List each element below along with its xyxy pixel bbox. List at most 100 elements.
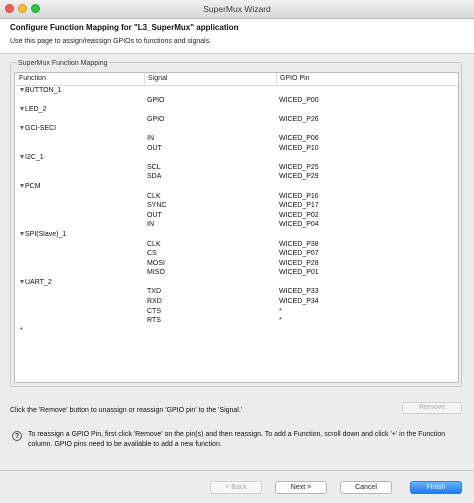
table-row[interactable]: OUT WICED_P10 xyxy=(15,144,458,154)
cell-gpio-pin[interactable]: WICED_P38 xyxy=(279,240,319,250)
table-body: BUTTON_1 GPIO WICED_P00 LED_2 GPIO WICED_P26 G… xyxy=(15,86,458,335)
cell-gpio-pin[interactable]: * xyxy=(279,307,282,317)
column-header-gpio-pin[interactable]: GPIO Pin xyxy=(280,75,310,82)
function-label: GCI-SECI xyxy=(25,125,57,133)
back-button[interactable]: < Back xyxy=(210,481,262,494)
table-header: Function Signal GPIO Pin xyxy=(15,73,458,86)
expand-triangle-icon[interactable] xyxy=(20,231,24,236)
remove-button[interactable]: Remove xyxy=(402,402,462,414)
cell-gpio-pin[interactable]: WICED_P16 xyxy=(279,192,319,202)
table-row[interactable]: CTS * xyxy=(15,307,458,317)
table-row[interactable]: OUT WICED_P02 xyxy=(15,211,458,221)
cell-gpio-pin[interactable]: WICED_P26 xyxy=(279,115,319,125)
help-text: To reassign a GPIO Pin, first click 'Rem… xyxy=(28,431,446,448)
column-header-function[interactable]: Function xyxy=(19,75,46,82)
cell-gpio-pin[interactable]: WICED_P00 xyxy=(279,96,319,106)
cancel-button[interactable]: Cancel xyxy=(340,481,392,494)
cell-gpio-pin[interactable]: WICED_P29 xyxy=(279,172,319,182)
table-row[interactable]: CS WICED_P07 xyxy=(15,249,458,259)
cell-gpio-pin[interactable]: WICED_P28 xyxy=(279,259,319,269)
function-label: LED_2 xyxy=(25,106,47,114)
function-label: I2C_1 xyxy=(25,154,44,162)
cell-function: GCI-SECI xyxy=(20,124,56,134)
cell-function: * xyxy=(20,326,23,336)
expand-triangle-icon[interactable] xyxy=(20,107,24,112)
table-row[interactable]: I2C_1 xyxy=(15,153,458,163)
cell-signal: MOSI xyxy=(147,259,165,267)
table-row[interactable]: PCM xyxy=(15,182,458,192)
table-row[interactable]: SDA WICED_P29 xyxy=(15,172,458,182)
finish-button[interactable]: Finish xyxy=(410,481,462,494)
cell-signal: RXD xyxy=(147,298,162,306)
page-title: Configure Function Mapping for "L3_Super… xyxy=(10,23,239,32)
cell-signal: SYNC xyxy=(147,202,167,210)
table-row[interactable]: CLK WICED_P38 xyxy=(15,240,458,250)
table-row[interactable]: RXD WICED_P34 xyxy=(15,297,458,307)
cell-function: UART_2 xyxy=(20,278,52,288)
table-row[interactable]: RTS * xyxy=(15,316,458,326)
page-description: Use this page to assign/reassign GPIOs t… xyxy=(10,38,212,45)
wizard-header: Configure Function Mapping for "L3_Super… xyxy=(0,19,474,54)
table-row[interactable]: GPIO WICED_P00 xyxy=(15,96,458,106)
cell-gpio-pin[interactable]: WICED_P25 xyxy=(279,163,319,173)
cell-signal: CTS xyxy=(147,307,161,315)
table-row[interactable]: MISO WICED_P01 xyxy=(15,268,458,278)
cell-signal: RTS xyxy=(147,317,161,325)
function-mapping-group: SuperMux Function Mapping Function Signa… xyxy=(10,60,462,387)
cell-signal: GPIO xyxy=(147,115,165,123)
column-divider xyxy=(144,73,145,85)
table-row[interactable]: IN WICED_P04 xyxy=(15,220,458,230)
table-row[interactable]: * xyxy=(15,326,458,336)
table-row[interactable]: LED_2 xyxy=(15,105,458,115)
cell-function: PCM xyxy=(20,182,41,192)
cell-gpio-pin[interactable]: WICED_P17 xyxy=(279,201,319,211)
table-row[interactable]: TXD WICED_P33 xyxy=(15,287,458,297)
table-row[interactable]: SYNC WICED_P17 xyxy=(15,201,458,211)
expand-triangle-icon[interactable] xyxy=(20,126,24,131)
cell-gpio-pin[interactable]: WICED_P10 xyxy=(279,144,319,154)
column-header-signal[interactable]: Signal xyxy=(148,75,167,82)
table-row[interactable]: SCL WICED_P25 xyxy=(15,163,458,173)
cell-signal: OUT xyxy=(147,211,162,219)
expand-triangle-icon[interactable] xyxy=(20,155,24,160)
cell-gpio-pin[interactable]: * xyxy=(279,316,282,326)
title-bar: SuperMux Wizard xyxy=(0,0,474,19)
function-label: * xyxy=(20,326,23,334)
cell-signal: OUT xyxy=(147,144,162,152)
table-row[interactable]: GPIO WICED_P26 xyxy=(15,115,458,125)
table-row[interactable]: BUTTON_1 xyxy=(15,86,458,96)
cell-signal: CS xyxy=(147,250,157,258)
cell-gpio-pin[interactable]: WICED_P07 xyxy=(279,249,319,259)
minimize-window-button[interactable] xyxy=(18,4,27,13)
cell-gpio-pin[interactable]: WICED_P02 xyxy=(279,211,319,221)
table-row[interactable]: CLK WICED_P16 xyxy=(15,192,458,202)
cell-function: SPI(Slave)_1 xyxy=(20,230,66,240)
cell-signal: SDA xyxy=(147,173,162,181)
close-window-button[interactable] xyxy=(5,4,14,13)
table-row[interactable]: IN WICED_P06 xyxy=(15,134,458,144)
expand-triangle-icon[interactable] xyxy=(20,279,24,284)
expand-triangle-icon[interactable] xyxy=(20,88,24,92)
cell-gpio-pin[interactable]: WICED_P06 xyxy=(279,134,319,144)
next-button[interactable]: Next > xyxy=(275,481,327,494)
cell-signal: SCL xyxy=(147,163,161,171)
table-row[interactable]: MOSI WICED_P28 xyxy=(15,259,458,269)
expand-triangle-icon[interactable] xyxy=(20,183,24,188)
cell-signal: MISO xyxy=(147,269,165,277)
function-label: SPI(Slave)_1 xyxy=(25,230,67,238)
function-mapping-table[interactable]: Function Signal GPIO Pin BUTTON_1 GPIO WIC… xyxy=(14,72,459,383)
cell-gpio-pin[interactable]: WICED_P01 xyxy=(279,268,319,278)
table-row[interactable]: UART_2 xyxy=(15,278,458,288)
cell-signal: IN xyxy=(147,134,154,142)
group-label: SuperMux Function Mapping xyxy=(17,60,109,67)
cell-gpio-pin[interactable]: WICED_P33 xyxy=(279,287,319,297)
cell-gpio-pin[interactable]: WICED_P34 xyxy=(279,297,319,307)
table-row[interactable]: GCI-SECI xyxy=(15,124,458,134)
table-row[interactable]: SPI(Slave)_1 xyxy=(15,230,458,240)
cell-gpio-pin[interactable]: WICED_P04 xyxy=(279,220,319,230)
zoom-window-button[interactable] xyxy=(31,4,40,13)
cell-signal: TXD xyxy=(147,288,161,296)
function-label: UART_2 xyxy=(25,278,52,286)
help-icon[interactable]: ? xyxy=(12,431,22,441)
wizard-footer: < Back Next > Cancel Finish xyxy=(0,470,474,503)
